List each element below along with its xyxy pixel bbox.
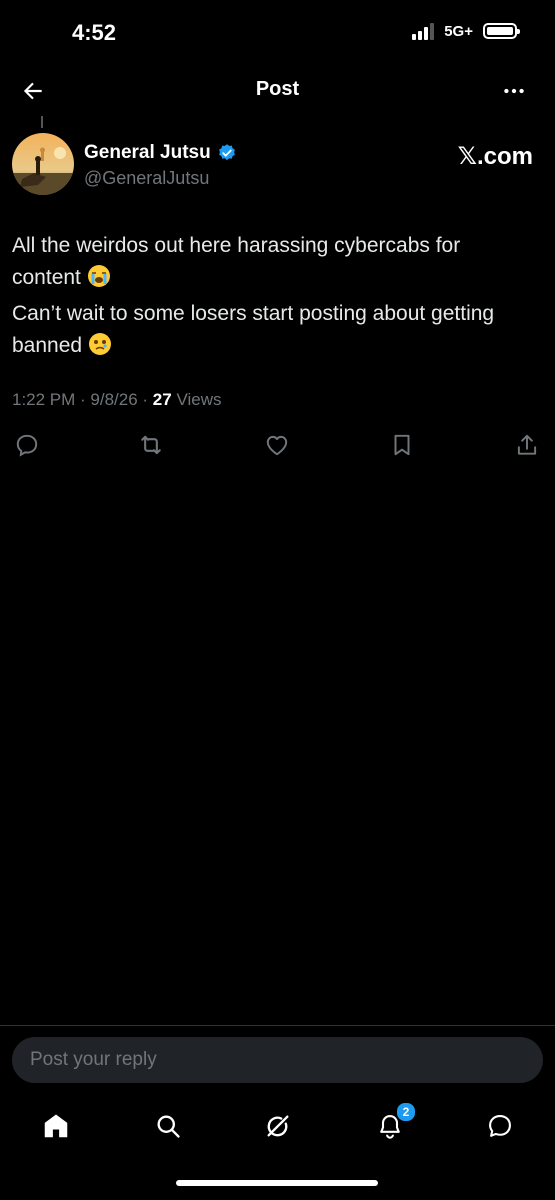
retweet-button[interactable] xyxy=(134,428,168,462)
loudly-crying-face-icon xyxy=(87,264,111,298)
header: Post xyxy=(0,68,555,112)
bookmark-button[interactable] xyxy=(385,428,419,462)
bookmark-icon xyxy=(394,434,410,456)
tab-messages[interactable] xyxy=(482,1108,518,1144)
reply-box[interactable] xyxy=(12,1037,543,1083)
views-label[interactable]: Views xyxy=(176,390,221,409)
reply-button[interactable] xyxy=(10,428,44,462)
tweet-time: 1:22 PM xyxy=(12,390,76,409)
action-bar xyxy=(0,426,555,466)
author-handle[interactable]: @GeneralJutsu xyxy=(84,168,209,189)
signal-icon xyxy=(412,22,435,40)
status-time: 4:52 xyxy=(72,20,117,45)
home-icon xyxy=(44,1114,68,1138)
notifications-badge: 2 xyxy=(396,1102,416,1122)
screen: 4:52 5G+ Post General Jutsu @GeneralJuts… xyxy=(0,0,555,1200)
like-icon xyxy=(266,435,288,456)
views-count: 27 xyxy=(152,390,172,409)
messages-icon xyxy=(489,1115,511,1137)
tab-notifications[interactable]: 2 xyxy=(372,1102,416,1144)
tweet-text: All the weirdos out here harassing cyber… xyxy=(12,230,532,366)
home-indicator xyxy=(176,1180,378,1186)
tweet-date: 9/8/26 xyxy=(90,390,138,409)
tab-search[interactable] xyxy=(150,1108,186,1144)
share-icon xyxy=(517,434,537,455)
tweet-meta: 1:22 PM · 9/8/26 · 27 Views xyxy=(12,390,222,409)
tweet-line-1: All the weirdos out here harassing cyber… xyxy=(12,230,532,298)
divider xyxy=(0,1025,555,1026)
source-label: 𝕏.com xyxy=(457,143,533,170)
like-button[interactable] xyxy=(260,428,294,462)
reply-input[interactable] xyxy=(28,1048,527,1072)
share-button[interactable] xyxy=(510,428,544,462)
face-holding-back-tears-icon xyxy=(88,332,112,366)
verified-badge-icon xyxy=(218,144,235,161)
search-icon xyxy=(157,1115,180,1138)
more-horizontal-icon xyxy=(504,88,524,94)
grok-icon xyxy=(267,1115,289,1137)
tab-bar: 2 xyxy=(0,1100,555,1150)
author-name[interactable]: General Jutsu xyxy=(84,142,237,164)
battery-icon xyxy=(483,23,520,39)
reply-icon xyxy=(16,434,38,457)
more-button[interactable] xyxy=(497,74,531,108)
thread-line xyxy=(41,116,43,128)
avatar[interactable] xyxy=(12,133,74,195)
tab-home[interactable] xyxy=(38,1108,74,1144)
status-indicators: 5G+ xyxy=(412,22,520,40)
tab-grok[interactable] xyxy=(260,1108,296,1144)
network-label: 5G+ xyxy=(444,22,473,40)
page-title: Post xyxy=(255,78,300,100)
tweet-line-2: Can’t wait to some losers start posting … xyxy=(12,298,532,366)
retweet-icon xyxy=(141,435,161,455)
